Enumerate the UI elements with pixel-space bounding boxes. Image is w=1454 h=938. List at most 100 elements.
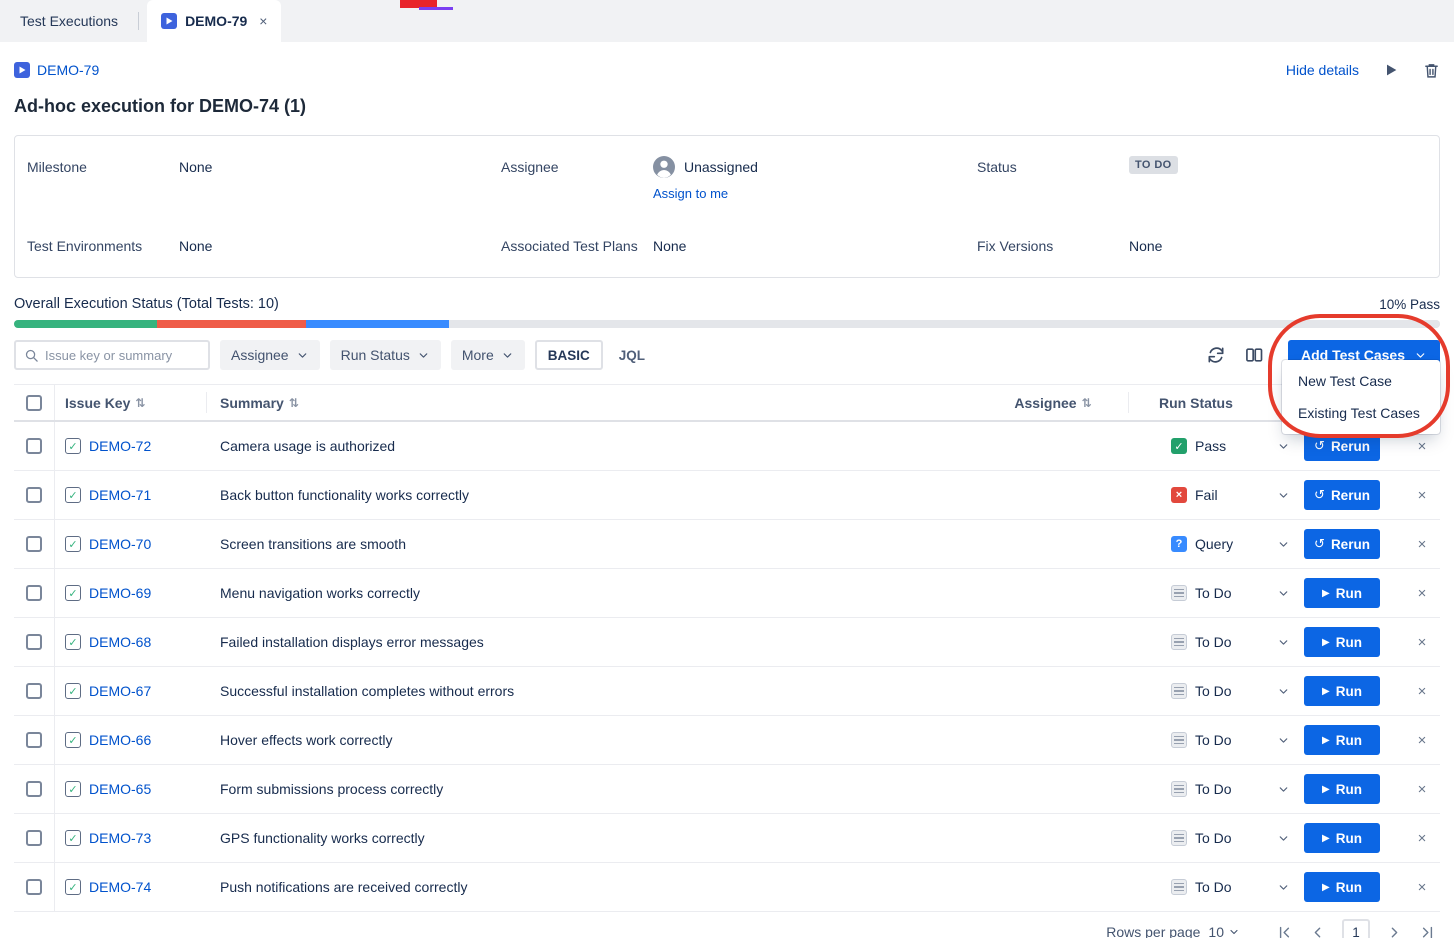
next-page-button[interactable] — [1386, 924, 1403, 938]
menu-item-new-test-case[interactable]: New Test Case — [1282, 365, 1440, 397]
issue-key-cell: ✓DEMO-70 — [55, 536, 207, 552]
run-button[interactable]: ▶Run — [1304, 872, 1380, 902]
assignee-filter-button[interactable]: Assignee — [220, 340, 320, 370]
hide-details-link[interactable]: Hide details — [1286, 62, 1359, 78]
run-status-cell[interactable]: ×Fail — [1128, 487, 1304, 503]
sort-icon[interactable]: ⇅ — [289, 396, 299, 410]
issue-key-link[interactable]: DEMO-73 — [89, 830, 151, 846]
issue-key-link[interactable]: DEMO-74 — [89, 879, 151, 895]
row-checkbox[interactable] — [26, 585, 42, 601]
chevron-down-icon[interactable] — [1277, 881, 1290, 894]
chevron-down-icon[interactable] — [1277, 832, 1290, 845]
search-input[interactable] — [45, 348, 221, 363]
run-status-cell[interactable]: To Do — [1128, 732, 1304, 748]
remove-test-icon[interactable]: × — [1418, 487, 1427, 504]
delete-execution-button[interactable] — [1423, 62, 1440, 79]
chevron-down-icon[interactable] — [1277, 538, 1290, 551]
issue-key-link[interactable]: DEMO-72 — [89, 438, 151, 454]
remove-test-icon[interactable]: × — [1418, 536, 1427, 553]
play-execution-button[interactable] — [1383, 62, 1399, 78]
issue-key-header[interactable]: Issue Key ⇅ — [55, 392, 207, 413]
chevron-down-icon[interactable] — [1277, 489, 1290, 502]
last-page-icon — [1419, 924, 1436, 938]
issue-key-link[interactable]: DEMO-68 — [89, 634, 151, 650]
select-all-checkbox[interactable] — [26, 395, 42, 411]
row-checkbox[interactable] — [26, 536, 42, 552]
remove-test-icon[interactable]: × — [1418, 830, 1427, 847]
run-status-cell[interactable]: To Do — [1128, 830, 1304, 846]
remove-test-icon[interactable]: × — [1418, 634, 1427, 651]
row-checkbox[interactable] — [26, 781, 42, 797]
test-case-icon: ✓ — [65, 438, 81, 454]
basic-mode-toggle[interactable]: BASIC — [535, 340, 603, 370]
row-checkbox[interactable] — [26, 830, 42, 846]
rows-per-page-select[interactable]: 10 — [1208, 924, 1240, 938]
issue-key-link[interactable]: DEMO-66 — [89, 732, 151, 748]
run-button[interactable]: ▶Run — [1304, 725, 1380, 755]
first-page-icon — [1276, 924, 1293, 938]
run-status-cell[interactable]: ✓Pass — [1128, 438, 1304, 454]
tab-close-icon[interactable]: × — [259, 13, 267, 29]
run-status-label: To Do — [1195, 732, 1232, 748]
menu-item-existing-test-cases[interactable]: Existing Test Cases — [1282, 397, 1440, 429]
remove-test-icon[interactable]: × — [1418, 732, 1427, 749]
issue-key-link[interactable]: DEMO-65 — [89, 781, 151, 797]
run-button[interactable]: ▶Run — [1304, 578, 1380, 608]
row-checkbox[interactable] — [26, 438, 42, 454]
run-button[interactable]: ▶Run — [1304, 774, 1380, 804]
action-cell: ▶Run — [1304, 725, 1404, 755]
run-button[interactable]: ▶Run — [1304, 676, 1380, 706]
remove-cell: × — [1404, 732, 1440, 749]
last-page-button[interactable] — [1419, 924, 1436, 938]
test-environments-value: None — [179, 235, 212, 257]
summary-header[interactable]: Summary ⇅ — [207, 395, 978, 411]
remove-test-icon[interactable]: × — [1418, 879, 1427, 896]
remove-test-icon[interactable]: × — [1418, 438, 1427, 455]
row-checkbox[interactable] — [26, 487, 42, 503]
chevron-down-icon[interactable] — [1277, 440, 1290, 453]
current-page-button[interactable]: 1 — [1342, 919, 1370, 938]
remove-test-icon[interactable]: × — [1418, 683, 1427, 700]
sort-icon[interactable]: ⇅ — [135, 396, 145, 410]
issue-key-link[interactable]: DEMO-70 — [89, 536, 151, 552]
issue-key-link[interactable]: DEMO-71 — [89, 487, 151, 503]
row-checkbox[interactable] — [26, 683, 42, 699]
refresh-button[interactable] — [1206, 345, 1226, 365]
play-icon: ▶ — [1322, 686, 1330, 697]
previous-page-button[interactable] — [1309, 924, 1326, 938]
issue-key-link[interactable]: DEMO-69 — [89, 585, 151, 601]
rerun-button[interactable]: ↺Rerun — [1304, 480, 1380, 510]
assignee-header[interactable]: Assignee ⇅ — [978, 395, 1128, 411]
remove-test-icon[interactable]: × — [1418, 781, 1427, 798]
row-checkbox[interactable] — [26, 634, 42, 650]
chevron-down-icon[interactable] — [1277, 636, 1290, 649]
more-filters-button[interactable]: More — [451, 340, 525, 370]
chevron-down-icon[interactable] — [1277, 685, 1290, 698]
run-status-filter-button[interactable]: Run Status — [330, 340, 441, 370]
chevron-down-icon[interactable] — [1277, 734, 1290, 747]
columns-settings-button[interactable] — [1244, 345, 1264, 365]
rerun-button[interactable]: ↺Rerun — [1304, 431, 1380, 461]
row-checkbox[interactable] — [26, 732, 42, 748]
run-status-cell[interactable]: To Do — [1128, 683, 1304, 699]
tab-demo-79[interactable]: DEMO-79 × — [147, 0, 281, 42]
issue-key-link[interactable]: DEMO-67 — [89, 683, 151, 699]
run-status-cell[interactable]: To Do — [1128, 585, 1304, 601]
run-status-cell[interactable]: To Do — [1128, 879, 1304, 895]
chevron-down-icon[interactable] — [1277, 587, 1290, 600]
assign-to-me-link[interactable]: Assign to me — [653, 186, 758, 201]
tab-test-executions[interactable]: Test Executions — [0, 0, 138, 42]
run-button[interactable]: ▶Run — [1304, 823, 1380, 853]
remove-test-icon[interactable]: × — [1418, 585, 1427, 602]
chevron-down-icon[interactable] — [1277, 783, 1290, 796]
run-button[interactable]: ▶Run — [1304, 627, 1380, 657]
rerun-button[interactable]: ↺Rerun — [1304, 529, 1380, 559]
run-status-cell[interactable]: To Do — [1128, 781, 1304, 797]
row-checkbox[interactable] — [26, 879, 42, 895]
jql-mode-toggle[interactable]: JQL — [613, 348, 651, 363]
sort-icon[interactable]: ⇅ — [1082, 396, 1092, 410]
issue-key-link[interactable]: DEMO-79 — [37, 62, 99, 78]
run-status-cell[interactable]: To Do — [1128, 634, 1304, 650]
first-page-button[interactable] — [1276, 924, 1293, 938]
run-status-cell[interactable]: ?Query — [1128, 536, 1304, 552]
